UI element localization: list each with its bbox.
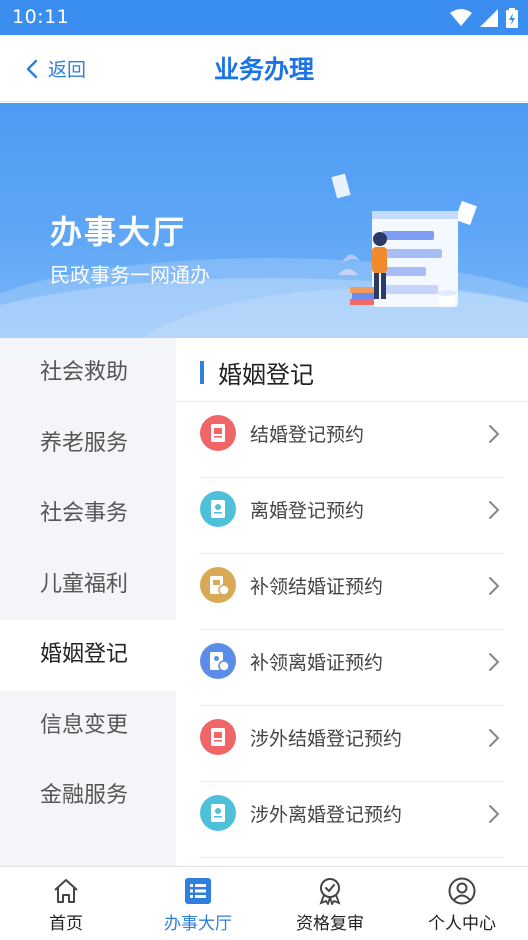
service-list: 结婚登记预约 离婚登记预约 补领结婚证预约 补领离婚证预约 涉外结婚登记预约 涉… — [176, 402, 528, 858]
page-title: 业务办理 — [213, 55, 314, 84]
tab-label: 首页 — [49, 914, 83, 934]
home-icon — [54, 879, 78, 903]
bottom-tab-bar: 首页 办事大厅 资格复审 个人中心 — [0, 866, 528, 940]
menu-item-financial-services[interactable]: 金融服务 — [0, 761, 176, 832]
banner-subtitle: 民政事务一网通办 — [50, 263, 210, 287]
navigation-bar: 返回 业务办理 — [0, 35, 528, 102]
service-label: 结婚登记预约 — [250, 424, 365, 446]
marriage-certificate-icon — [200, 415, 236, 451]
foreign-divorce-icon — [200, 795, 236, 831]
signal-icon — [480, 9, 498, 27]
tab-qualification-review[interactable]: 资格复审 — [264, 867, 396, 940]
system-icons — [450, 8, 518, 28]
section-header: 婚姻登记 — [176, 338, 528, 402]
wifi-icon — [450, 9, 472, 26]
service-label: 补领离婚证预约 — [250, 652, 384, 674]
service-item[interactable]: 涉外离婚登记预约 — [200, 782, 504, 858]
tab-home[interactable]: 首页 — [0, 867, 132, 940]
status-bar: 10:11 — [0, 0, 528, 35]
chevron-right-icon — [489, 425, 500, 443]
service-label: 离婚登记预约 — [250, 500, 365, 522]
chevron-right-icon — [489, 501, 500, 519]
tab-label: 办事大厅 — [164, 914, 232, 934]
reissue-marriage-icon — [200, 567, 236, 603]
service-label: 补领结婚证预约 — [250, 576, 384, 598]
banner-title: 办事大厅 — [50, 213, 187, 251]
status-time: 10:11 — [12, 6, 70, 28]
tab-service-hall[interactable]: 办事大厅 — [132, 867, 264, 940]
tab-label: 个人中心 — [428, 914, 496, 934]
hall-banner: 办事大厅 民政事务一网通办 — [0, 103, 528, 338]
reissue-divorce-icon — [200, 643, 236, 679]
badge-icon — [319, 878, 341, 905]
battery-icon — [506, 8, 518, 28]
menu-item-info-change[interactable]: 信息变更 — [0, 691, 176, 762]
menu-item-social-assistance[interactable]: 社会救助 — [0, 338, 176, 409]
chevron-right-icon — [489, 805, 500, 823]
service-item[interactable]: 涉外结婚登记预约 — [200, 706, 504, 782]
menu-item-elderly-care[interactable]: 养老服务 — [0, 409, 176, 480]
section-accent-bar — [200, 361, 204, 384]
menu-item-child-welfare[interactable]: 儿童福利 — [0, 550, 176, 621]
foreign-marriage-icon — [200, 719, 236, 755]
service-label: 涉外结婚登记预约 — [250, 728, 403, 750]
service-item[interactable]: 结婚登记预约 — [200, 402, 504, 478]
chevron-right-icon — [489, 729, 500, 747]
office-illustration-icon — [331, 173, 477, 307]
list-icon — [185, 878, 211, 904]
chevron-right-icon — [489, 577, 500, 595]
tab-personal-center[interactable]: 个人中心 — [396, 867, 528, 940]
chevron-right-icon — [489, 653, 500, 671]
service-panel: 婚姻登记 结婚登记预约 离婚登记预约 补领结婚证预约 补领离婚证预约 涉外结婚登… — [176, 338, 528, 866]
category-menu: 社会救助 养老服务 社会事务 儿童福利 婚姻登记 信息变更 金融服务 — [0, 338, 176, 866]
divorce-certificate-icon — [200, 491, 236, 527]
service-label: 涉外离婚登记预约 — [250, 804, 403, 826]
tab-label: 资格复审 — [296, 914, 364, 934]
user-icon — [448, 877, 476, 905]
service-item[interactable]: 离婚登记预约 — [200, 478, 504, 554]
section-title: 婚姻登记 — [218, 361, 314, 389]
menu-item-social-affairs[interactable]: 社会事务 — [0, 479, 176, 550]
menu-item-marriage-registration[interactable]: 婚姻登记 — [0, 620, 176, 691]
service-item[interactable]: 补领结婚证预约 — [200, 554, 504, 630]
service-item[interactable]: 补领离婚证预约 — [200, 630, 504, 706]
